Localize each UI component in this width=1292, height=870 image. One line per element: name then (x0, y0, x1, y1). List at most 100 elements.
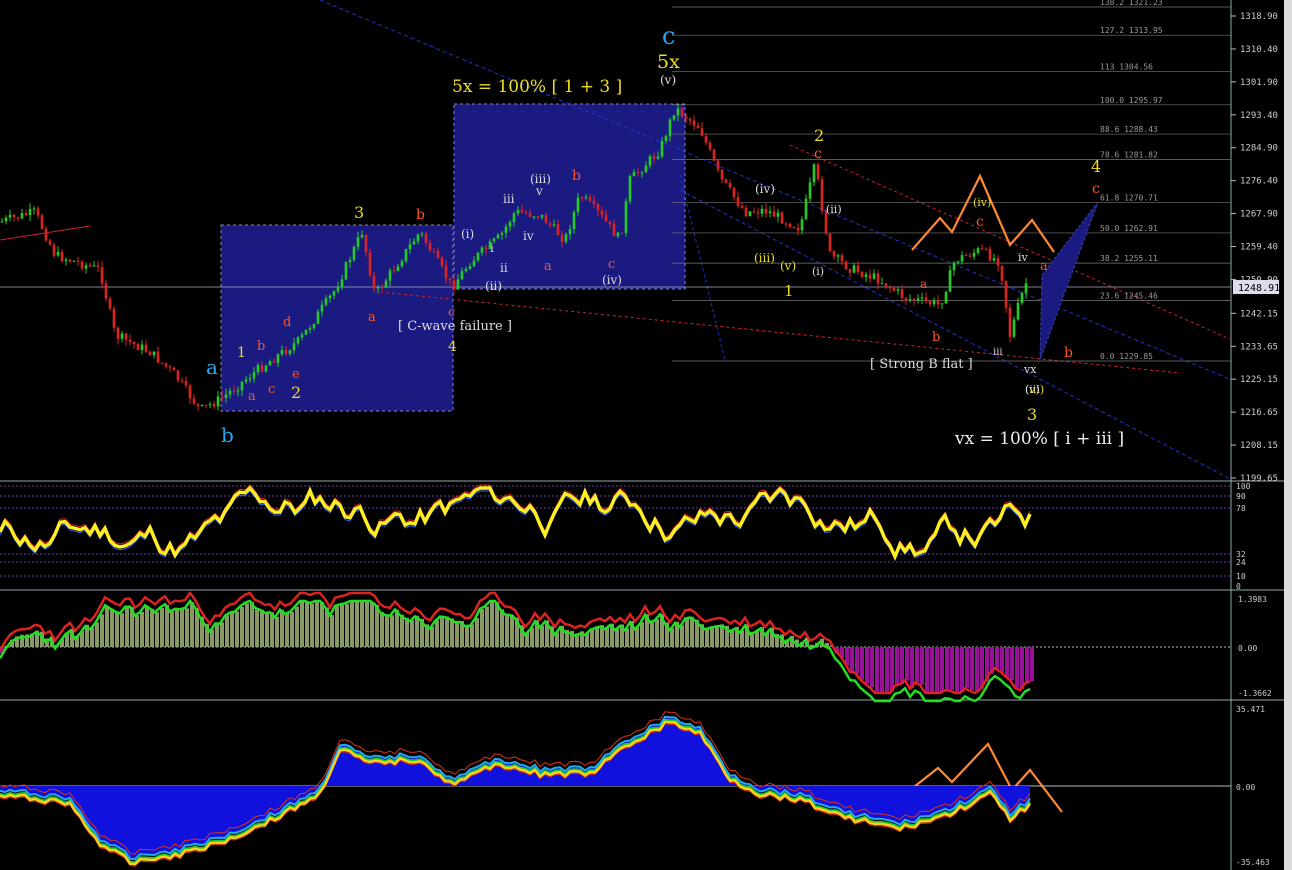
wave-label: a (248, 389, 256, 404)
y-tick-label: 1301.90 (1240, 78, 1278, 88)
candle-body (344, 262, 348, 280)
candle-body (104, 283, 108, 299)
macd-bar (100, 614, 104, 647)
candle-body (80, 261, 84, 269)
wave-label: c (268, 382, 275, 397)
macd-bar (265, 612, 269, 647)
macd-bar (455, 620, 459, 647)
macd-bar (950, 647, 954, 690)
candle-body (252, 372, 256, 379)
candle-body (920, 297, 924, 299)
candle-body (820, 179, 824, 212)
candle-body (784, 223, 788, 225)
candle-body (868, 274, 872, 279)
candle-body (840, 255, 844, 262)
chart-canvas: 138.2 1321.23127.2 1313.95113 1304.56100… (0, 0, 1292, 870)
candle-body (680, 108, 684, 117)
candle-body (1004, 280, 1008, 308)
macd-bar (690, 616, 694, 647)
macd-bar (975, 647, 979, 692)
candle-body (192, 398, 196, 404)
rsi-tick-label: 78 (1236, 504, 1246, 513)
candle-body (1024, 283, 1028, 293)
candle-body (536, 216, 540, 218)
wave-label: (v) (780, 259, 796, 273)
wave-label: a (206, 355, 218, 379)
candle-body (264, 365, 268, 372)
wave-box-b (453, 103, 686, 290)
candle-body (148, 351, 152, 356)
candle-body (164, 362, 168, 367)
candle-body (496, 234, 500, 239)
candle-body (668, 119, 672, 137)
macd-bar (120, 613, 124, 647)
candle-body (660, 141, 664, 157)
macd-bar (260, 609, 264, 647)
candle-body (844, 261, 848, 270)
wave-box-a (220, 224, 454, 412)
candle-body (616, 232, 620, 237)
fib-label: 0.0 1229.85 (1100, 352, 1153, 361)
candle-body (296, 337, 300, 344)
candle-body (608, 221, 612, 224)
macd-bar (245, 603, 249, 647)
candle-body (592, 200, 596, 205)
candle-body (392, 270, 396, 272)
fib-label: 78.6 1281.82 (1100, 151, 1158, 160)
wave-label: b (572, 168, 581, 184)
candle-body (932, 300, 936, 305)
candle-body (764, 208, 768, 214)
wave-label: a (920, 277, 927, 291)
macd-bar (330, 615, 334, 647)
candle-body (716, 160, 720, 170)
macd-bar (1005, 647, 1009, 677)
current-price-label: 1248.91 (1238, 283, 1280, 294)
candle-body (68, 259, 72, 262)
candle-body (872, 273, 876, 279)
fib-label: 113 1304.56 (1100, 63, 1153, 72)
candle-body (124, 333, 128, 340)
candle-body (516, 209, 520, 214)
annotation-strong-b: [ Strong B flat ] (870, 357, 973, 372)
candle-body (672, 115, 676, 120)
candle-body (460, 271, 464, 280)
wave-label: b (932, 330, 940, 345)
candle-body (480, 247, 484, 253)
candle-body (664, 136, 668, 142)
candle-body (100, 267, 104, 284)
wave-label: b (221, 423, 234, 447)
candle-body (772, 211, 776, 217)
macd-bar (880, 647, 884, 692)
candle-body (212, 403, 216, 407)
candle-body (328, 295, 332, 299)
macd-bar (920, 647, 924, 685)
macd-bar (445, 616, 449, 647)
candle-body (520, 209, 524, 213)
macd-bar (650, 621, 654, 647)
candle-body (944, 291, 948, 304)
candle-body (12, 214, 16, 218)
candle-body (140, 344, 144, 351)
candle-body (908, 299, 912, 301)
candle-body (656, 156, 660, 159)
macd-bar (945, 647, 949, 690)
macd-bar (865, 647, 869, 684)
rsi-tick-label: 24 (1236, 558, 1246, 567)
candle-body (208, 403, 212, 405)
candle-body (48, 240, 52, 245)
candle-body (712, 149, 716, 161)
candle-body (1020, 292, 1024, 304)
wave-label: i (490, 241, 494, 255)
price-scrollbar[interactable] (1284, 0, 1292, 870)
candle-body (8, 214, 12, 218)
macd-bar (685, 617, 689, 647)
candle-body (348, 260, 352, 263)
wave-label: c (1092, 181, 1100, 197)
y-tick-label: 1276.40 (1240, 177, 1278, 187)
candle-body (968, 255, 972, 257)
macd-bar (470, 624, 474, 647)
macd-bar (1015, 647, 1019, 688)
fib-label: 100.0 1295.97 (1100, 96, 1163, 105)
macd-bar (910, 647, 914, 689)
y-tick-label: 1284.90 (1240, 144, 1278, 154)
